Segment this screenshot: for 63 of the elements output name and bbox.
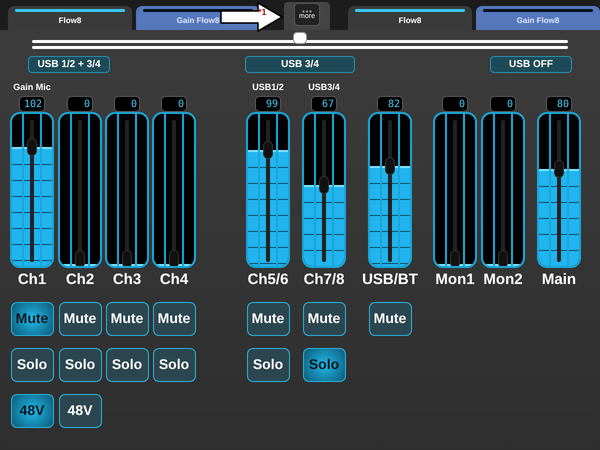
toggle-button[interactable]: Solo <box>246 348 290 382</box>
group-label: USB1/2 <box>252 80 284 94</box>
value-display: 0 <box>490 96 516 112</box>
usb-mode-button[interactable]: USB 3/4 <box>245 56 355 73</box>
toggle-button[interactable]: Solo <box>152 348 196 382</box>
tab[interactable]: Flow8 <box>348 6 472 30</box>
fader[interactable] <box>246 112 290 268</box>
arrow-icon <box>220 2 284 32</box>
value-display: 0 <box>161 96 187 112</box>
toggle-button[interactable]: Mute <box>10 302 54 336</box>
toggle-button[interactable]: Solo <box>302 348 346 382</box>
toggle-button[interactable]: Mute <box>368 302 412 336</box>
fader[interactable] <box>368 112 412 268</box>
channel-name: Ch7/8 <box>304 270 344 290</box>
channel-name: Ch1 <box>18 270 46 290</box>
channel-name: Ch2 <box>66 270 94 290</box>
usb-mode-button[interactable]: USB OFF <box>490 56 572 73</box>
value-display: 0 <box>114 96 140 112</box>
channel-name: Mon2 <box>483 270 523 290</box>
fader[interactable] <box>537 112 581 268</box>
tab[interactable]: Flow8 <box>8 6 132 30</box>
toggle-button[interactable]: Mute <box>302 302 346 336</box>
fader[interactable] <box>481 112 525 268</box>
toggle-button[interactable]: Mute <box>152 302 196 336</box>
fader[interactable] <box>152 112 196 268</box>
value-display: 67 <box>311 96 337 112</box>
channel-name: Ch5/6 <box>248 270 288 290</box>
slider-thumb[interactable] <box>293 32 307 44</box>
value-display: 102 <box>19 96 45 112</box>
channel-name: Mon1 <box>435 270 475 290</box>
dots-icon <box>302 10 312 12</box>
group-label: Gain Mic <box>13 80 51 94</box>
fader-knob[interactable] <box>27 138 37 156</box>
fader[interactable] <box>58 112 102 268</box>
fader-knob[interactable] <box>385 156 395 175</box>
fader[interactable] <box>302 112 346 268</box>
value-display: 0 <box>67 96 93 112</box>
fader[interactable] <box>433 112 477 268</box>
toggle-button[interactable]: Mute <box>58 302 102 336</box>
fader[interactable] <box>10 112 54 268</box>
toggle-button[interactable]: Mute <box>246 302 290 336</box>
value-display: 82 <box>377 96 403 112</box>
usb-mode-button[interactable]: USB 1/2 + 3/4 <box>28 56 110 73</box>
toggle-button[interactable]: Mute <box>106 302 148 336</box>
value-display: 99 <box>255 96 281 112</box>
tab[interactable]: Gain Flow8 <box>476 6 600 30</box>
toggle-button[interactable]: 48V <box>58 394 102 428</box>
toggle-button[interactable]: Solo <box>106 348 148 382</box>
toggle-button[interactable]: Solo <box>10 348 54 382</box>
toggle-button[interactable]: 48V <box>10 394 54 428</box>
fader-knob[interactable] <box>263 141 273 160</box>
group-label: USB3/4 <box>308 80 340 94</box>
fader[interactable] <box>105 112 149 268</box>
channel-name: USB/BT <box>362 270 418 290</box>
channel-name: Ch3 <box>112 270 142 290</box>
value-display: 0 <box>442 96 468 112</box>
toggle-button[interactable]: Solo <box>58 348 102 382</box>
channel-name: Ch4 <box>160 270 188 290</box>
callout-label: *1 <box>258 6 267 19</box>
value-display: 80 <box>546 96 572 112</box>
channel-name: Main <box>542 270 576 290</box>
fader-knob[interactable] <box>319 176 329 194</box>
fader-knob[interactable] <box>554 160 564 178</box>
